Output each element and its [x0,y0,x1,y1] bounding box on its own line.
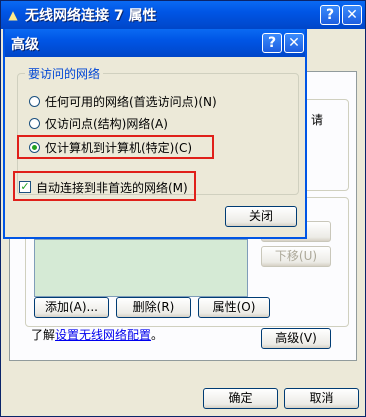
option-label: 任何可用的网络(首选访问点)(N) [45,94,217,109]
close-button[interactable]: ✕ [342,5,362,25]
wireless-properties-window: ▲ 无线网络连接 7 属性 ? ✕ 请 下移(U) 添加(A)... 删除(R)… [0,0,366,417]
window-titlebar[interactable]: ▲ 无线网络连接 7 属性 ? ✕ [1,1,365,29]
cancel-button[interactable]: 取消 [284,388,359,409]
dialog-help-button[interactable]: ? [262,33,282,53]
learn-prefix: 了解 [31,328,56,342]
properties-button[interactable]: 属性(O) [198,297,270,318]
preferred-networks-list[interactable] [34,239,248,297]
group-label: 要访问的网络 [25,65,104,82]
ok-button[interactable]: 确定 [203,388,278,409]
dialog-title: 高级 [11,37,39,53]
delete-button[interactable]: 删除(R) [116,297,191,318]
dialog-titlebar[interactable]: 高级 ? ✕ [5,29,305,57]
help-button[interactable]: ? [320,5,340,25]
radio-any-network[interactable] [29,95,40,107]
move-down-button: 下移(U) [261,246,331,267]
learn-suffix: 。 [151,328,164,342]
window-title: 无线网络连接 7 属性 [25,8,157,24]
learn-text: 了解设置无线网络配置。 [31,326,163,343]
advanced-button[interactable]: 高级(V) [261,328,331,349]
advanced-dialog: 高级 ? ✕ 要访问的网络 任何可用的网络(首选访问点)(N) 仅访问点(结构)… [3,29,307,239]
dialog-close-button[interactable]: ✕ [284,33,304,53]
dialog-close-btn[interactable]: 关闭 [225,206,297,227]
option-any-network[interactable]: 任何可用的网络(首选访问点)(N) [29,92,217,110]
add-button[interactable]: 添加(A)... [34,297,109,318]
partial-text: 请 [311,113,324,127]
highlight-box [13,171,196,201]
highlight-box [17,135,214,159]
option-access-point-only[interactable]: 仅访问点(结构)网络(A) [29,114,168,132]
network-icon: ▲ [8,8,18,22]
wireless-config-link[interactable]: 设置无线网络配置 [55,328,151,342]
option-label: 仅访问点(结构)网络(A) [45,116,168,131]
radio-access-point-only[interactable] [29,117,40,129]
